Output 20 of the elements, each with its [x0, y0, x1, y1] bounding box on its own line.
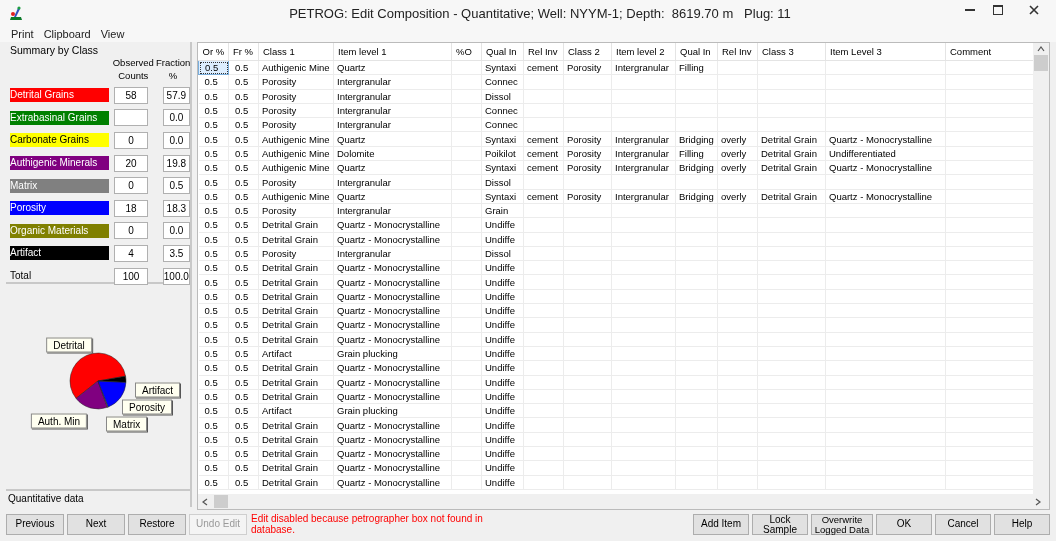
- class-label: Authigenic Minerals: [10, 156, 110, 171]
- slice-label: Detrital: [46, 337, 92, 352]
- class-label: Porosity: [10, 201, 110, 216]
- column-header: Observed Counts: [111, 56, 155, 83]
- slice-label: Porosity: [122, 399, 173, 414]
- class-label: Artifact: [10, 246, 110, 261]
- class-label: Extrabasinal Grains: [10, 110, 110, 125]
- error-message: Edit disabled because petrographer box not found in database.: [251, 513, 484, 535]
- slice-label: Auth. Min: [30, 413, 88, 428]
- class-label: Carbonate Grains: [10, 133, 110, 148]
- slice-label: Matrix: [106, 416, 148, 431]
- panel-title: Summary by Class: [9, 43, 100, 56]
- column-header: Fraction %: [156, 56, 190, 83]
- status-text: Quantitative data: [6, 491, 192, 507]
- window-title: PETROG: Edit Composition - Quantitative; Well: NYYM-1; Depth: 8619.70 m Plug: 11: [288, 5, 792, 21]
- class-label: Matrix: [10, 178, 110, 193]
- slice-label: Artifact: [135, 382, 181, 397]
- total-label: Total: [10, 269, 33, 284]
- class-label: Detrital Grains: [10, 88, 110, 103]
- class-label: Organic Materials: [10, 223, 110, 238]
